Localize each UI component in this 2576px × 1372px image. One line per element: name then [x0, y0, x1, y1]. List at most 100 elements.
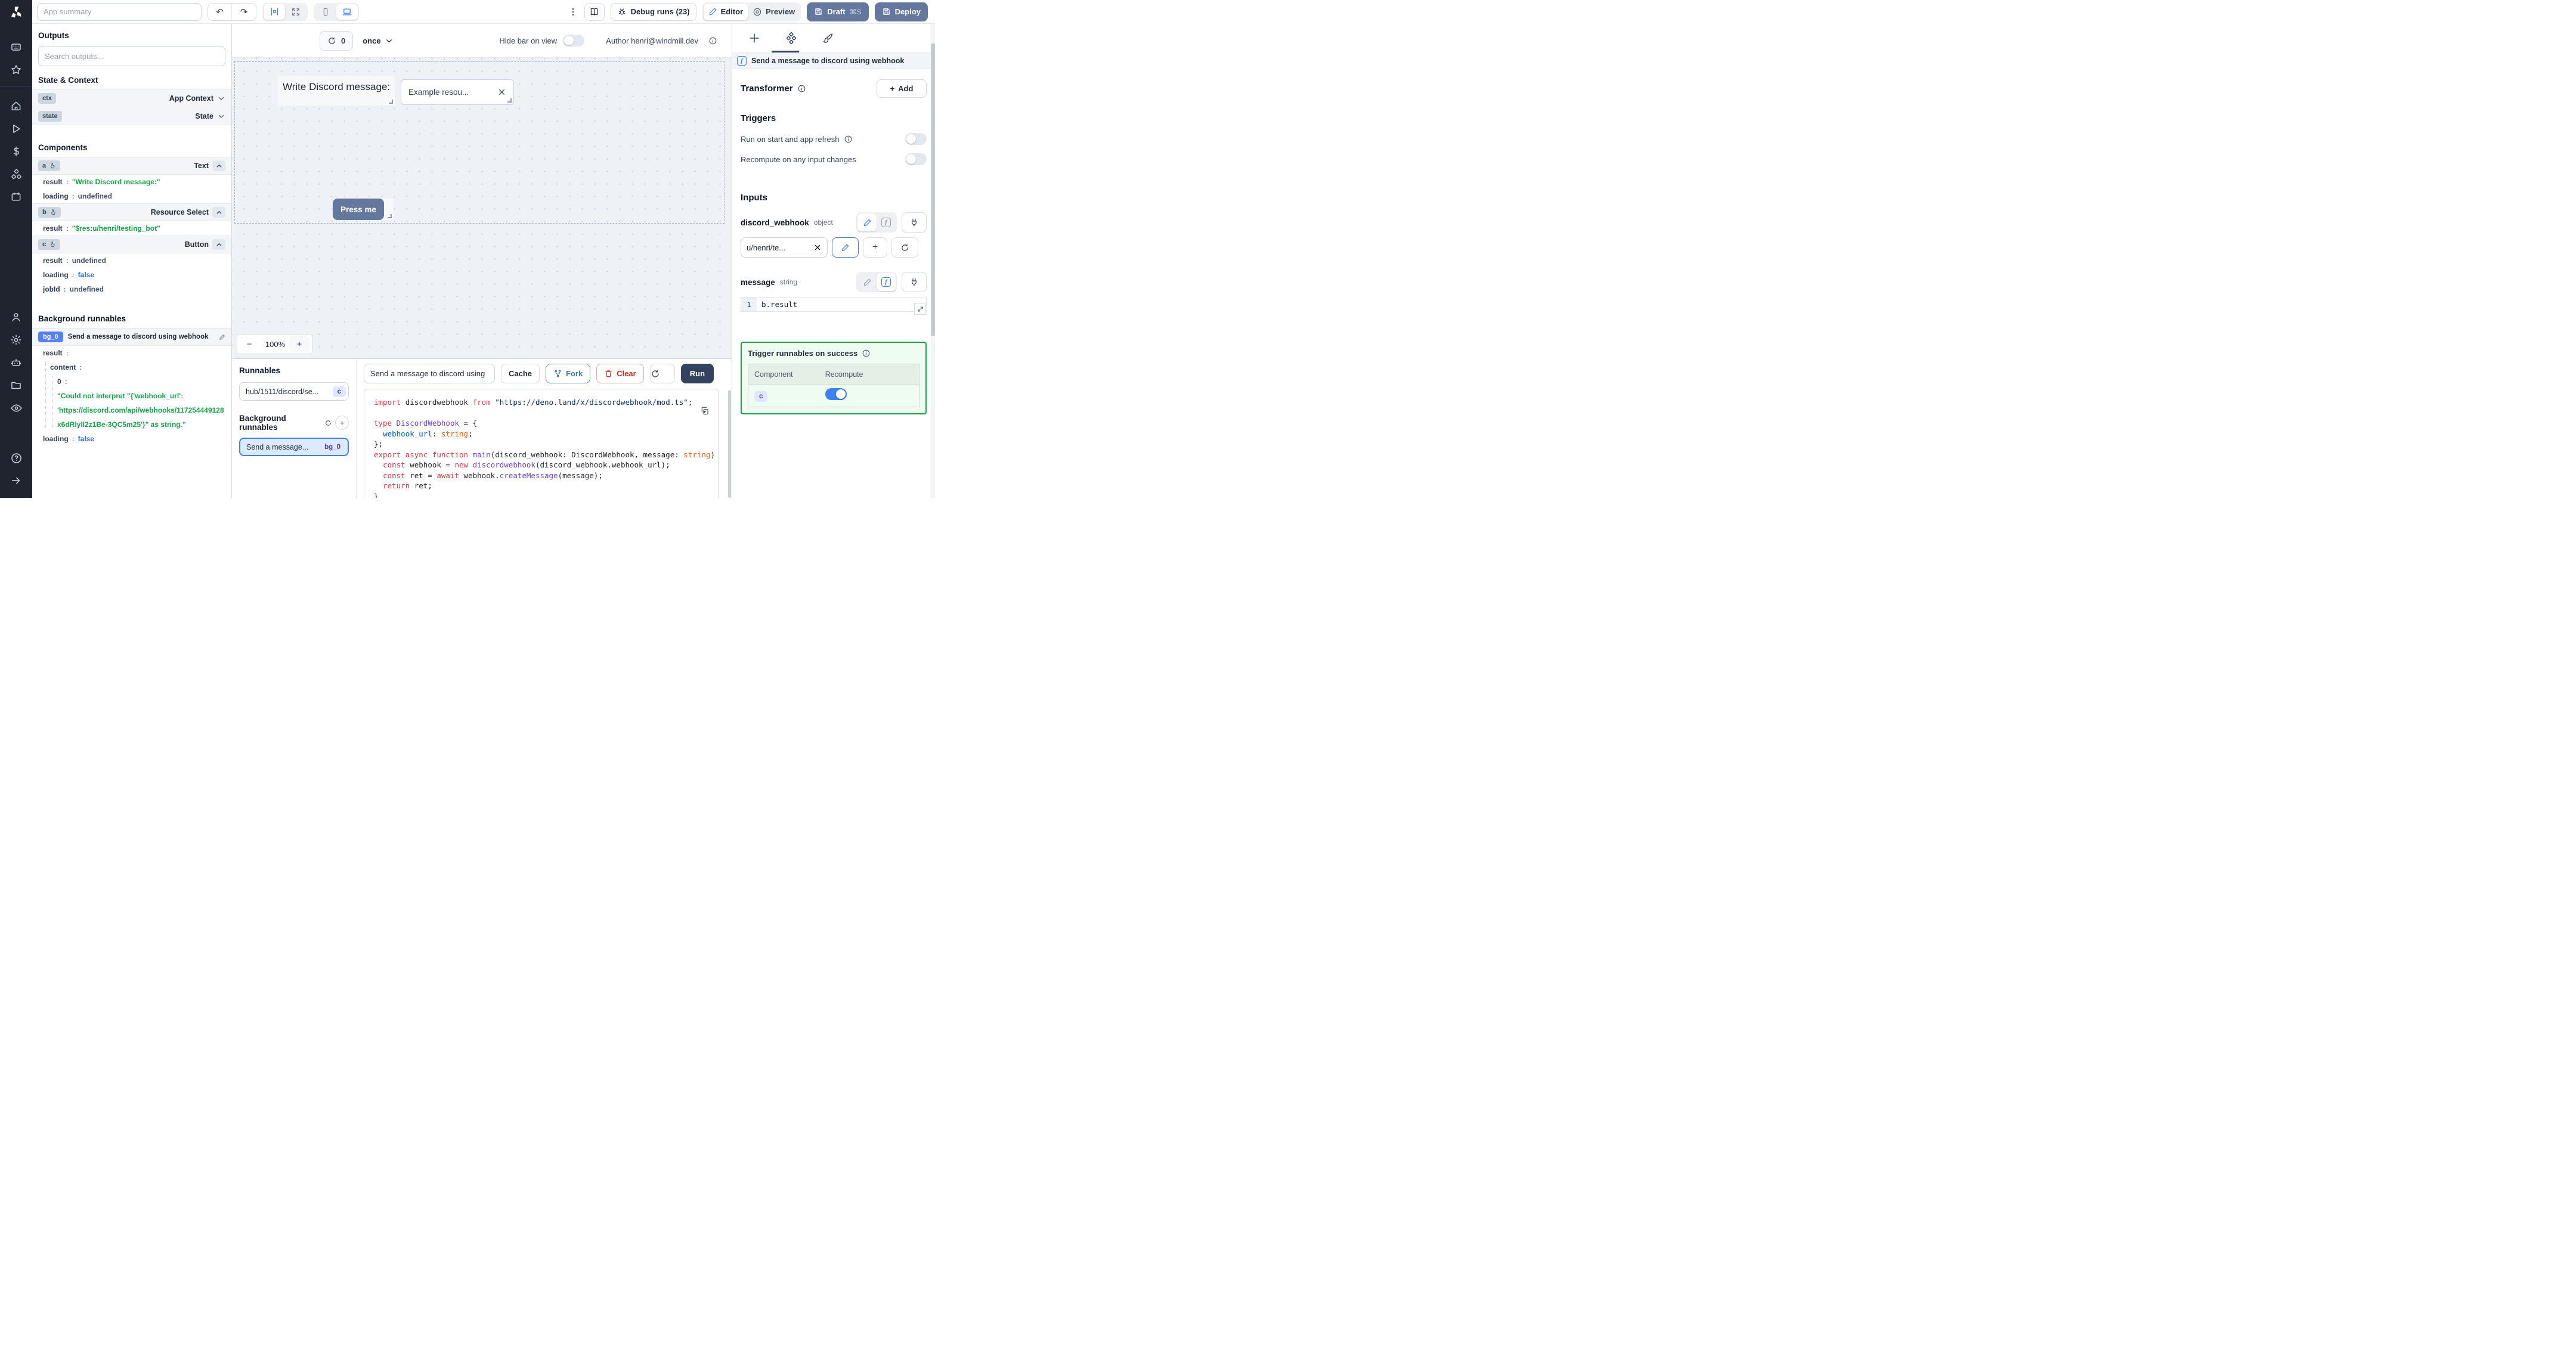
- runs-icon[interactable]: [6, 120, 26, 138]
- deploy-button[interactable]: Deploy: [874, 2, 928, 21]
- collapse-arrow-icon[interactable]: [6, 472, 26, 490]
- component-b-row[interactable]: b Resource Select: [32, 203, 231, 221]
- info-icon[interactable]: [844, 135, 853, 144]
- code-line[interactable]: return ret;: [374, 481, 718, 491]
- folders-icon[interactable]: [6, 376, 26, 394]
- code-line[interactable]: const webhook = new discordwebhook(disco…: [374, 460, 718, 470]
- component-b-badge[interactable]: b: [38, 207, 61, 218]
- hide-bar-toggle[interactable]: [563, 35, 585, 47]
- state-row[interactable]: state State: [32, 107, 231, 125]
- code-line[interactable]: [374, 408, 718, 419]
- zoom-in-button[interactable]: +: [289, 336, 309, 352]
- dw-refresh-resource-button[interactable]: [891, 237, 918, 258]
- code-line[interactable]: import discordwebhook from "https://deno…: [374, 397, 718, 408]
- resource-select-component[interactable]: Example resou...: [401, 79, 514, 105]
- bg0-row[interactable]: bg_0 Send a message to discord using web…: [32, 328, 231, 346]
- dw-edit-resource-button[interactable]: [832, 237, 859, 258]
- press-me-button[interactable]: Press me: [333, 199, 384, 220]
- dw-static-mode-button[interactable]: [857, 213, 877, 231]
- cache-button[interactable]: Cache: [501, 364, 540, 383]
- resources-icon[interactable]: [6, 165, 26, 183]
- search-outputs-input[interactable]: [38, 46, 225, 66]
- apps-panel-icon[interactable]: [6, 38, 26, 56]
- dw-connect-plug-button[interactable]: [902, 212, 927, 233]
- editor-tab[interactable]: Editor: [703, 3, 748, 20]
- user-icon[interactable]: [6, 308, 26, 326]
- msg-static-mode-button[interactable]: [857, 273, 877, 291]
- styling-tab[interactable]: [822, 32, 834, 45]
- fullwidth-layout-button[interactable]: [285, 4, 306, 20]
- run-on-start-toggle[interactable]: [905, 133, 927, 145]
- mobile-view-button[interactable]: [315, 4, 336, 20]
- panel-scrollbar[interactable]: [931, 24, 935, 498]
- redo-button[interactable]: ↷: [232, 4, 256, 20]
- resize-handle[interactable]: [388, 214, 392, 218]
- home-icon[interactable]: [6, 97, 26, 115]
- collapse-b-button[interactable]: [212, 207, 225, 218]
- edit-pencil-icon[interactable]: [219, 334, 225, 340]
- undo-button[interactable]: ↶: [208, 3, 232, 20]
- draft-button[interactable]: Draft ⌘S: [807, 2, 869, 21]
- dw-resource-picker[interactable]: u/henri/te...: [741, 237, 828, 258]
- centered-layout-button[interactable]: [264, 4, 285, 20]
- add-background-runnable-button[interactable]: +: [335, 416, 349, 430]
- add-transformer-button[interactable]: + Add: [877, 79, 927, 98]
- code-line[interactable]: };: [374, 439, 718, 450]
- help-icon[interactable]: [6, 449, 26, 467]
- audit-eye-icon[interactable]: [6, 399, 26, 417]
- workers-bot-icon[interactable]: [6, 354, 26, 371]
- dw-eval-mode-button[interactable]: f: [877, 213, 896, 231]
- schedule-dropdown[interactable]: once: [363, 36, 393, 45]
- code-line[interactable]: export async function main(discord_webho…: [374, 450, 718, 460]
- clear-x-icon[interactable]: [497, 88, 506, 97]
- dw-add-resource-button[interactable]: +: [863, 237, 887, 258]
- recompute-toggle[interactable]: [905, 153, 927, 165]
- scrollbar-thumb[interactable]: [931, 44, 935, 336]
- schedules-icon[interactable]: [6, 188, 26, 206]
- settings-gear-icon[interactable]: [6, 331, 26, 349]
- expand-editor-button[interactable]: [914, 303, 926, 315]
- clear-x-icon[interactable]: [813, 243, 822, 252]
- text-component[interactable]: Write Discord message:: [278, 76, 395, 106]
- ctx-row[interactable]: ctx App Context: [32, 89, 231, 107]
- resize-handle[interactable]: [507, 98, 512, 103]
- refresh-count-button[interactable]: 0: [320, 30, 354, 51]
- component-c-row[interactable]: c Button: [32, 236, 231, 253]
- code-line[interactable]: const ret = await webhook.createMessage(…: [374, 470, 718, 481]
- code-line[interactable]: }: [374, 491, 718, 498]
- app-summary-input[interactable]: [37, 2, 202, 21]
- resize-handle[interactable]: [389, 100, 393, 104]
- recompute-c-toggle[interactable]: [825, 388, 847, 400]
- component-c-badge[interactable]: c: [38, 239, 61, 250]
- clear-button[interactable]: Clear: [596, 364, 644, 383]
- component-a-row[interactable]: a Text: [32, 157, 231, 175]
- code-line[interactable]: type DiscordWebhook = {: [374, 418, 718, 429]
- msg-connect-plug-button[interactable]: [902, 272, 927, 292]
- desktop-view-button[interactable]: [336, 4, 358, 20]
- favorites-star-icon[interactable]: [6, 61, 26, 79]
- info-icon[interactable]: [797, 84, 806, 93]
- app-canvas[interactable]: Write Discord message: Example resou... …: [232, 58, 732, 358]
- message-expression-editor[interactable]: 1 b.result: [741, 297, 927, 315]
- chevron-down-icon[interactable]: [217, 94, 225, 103]
- component-c-badge[interactable]: c: [754, 391, 768, 402]
- code-line[interactable]: webhook_url: string;: [374, 429, 718, 439]
- info-icon[interactable]: [862, 349, 871, 358]
- info-icon[interactable]: [708, 36, 717, 45]
- message-expression[interactable]: b.result: [757, 298, 926, 311]
- variables-icon[interactable]: [6, 143, 26, 160]
- collapse-c-button[interactable]: [212, 239, 225, 250]
- background-runnable-item-bg0[interactable]: Send a message... bg_0: [239, 438, 349, 456]
- zoom-out-button[interactable]: −: [237, 339, 261, 349]
- collapse-a-button[interactable]: [212, 160, 225, 171]
- msg-eval-mode-button[interactable]: f: [877, 273, 896, 291]
- chevron-down-icon[interactable]: [217, 112, 225, 120]
- copy-icon[interactable]: [700, 406, 710, 416]
- runnable-item-c[interactable]: hub/1511/discord/se... c: [239, 382, 349, 401]
- component-settings-tab[interactable]: [785, 32, 798, 45]
- reload-button[interactable]: [649, 364, 675, 383]
- more-menu-button[interactable]: [568, 7, 578, 17]
- docs-button[interactable]: [584, 2, 605, 21]
- code-editor[interactable]: import discordwebhook from "https://deno…: [364, 389, 719, 498]
- debug-runs-button[interactable]: Debug runs (23): [610, 2, 696, 21]
